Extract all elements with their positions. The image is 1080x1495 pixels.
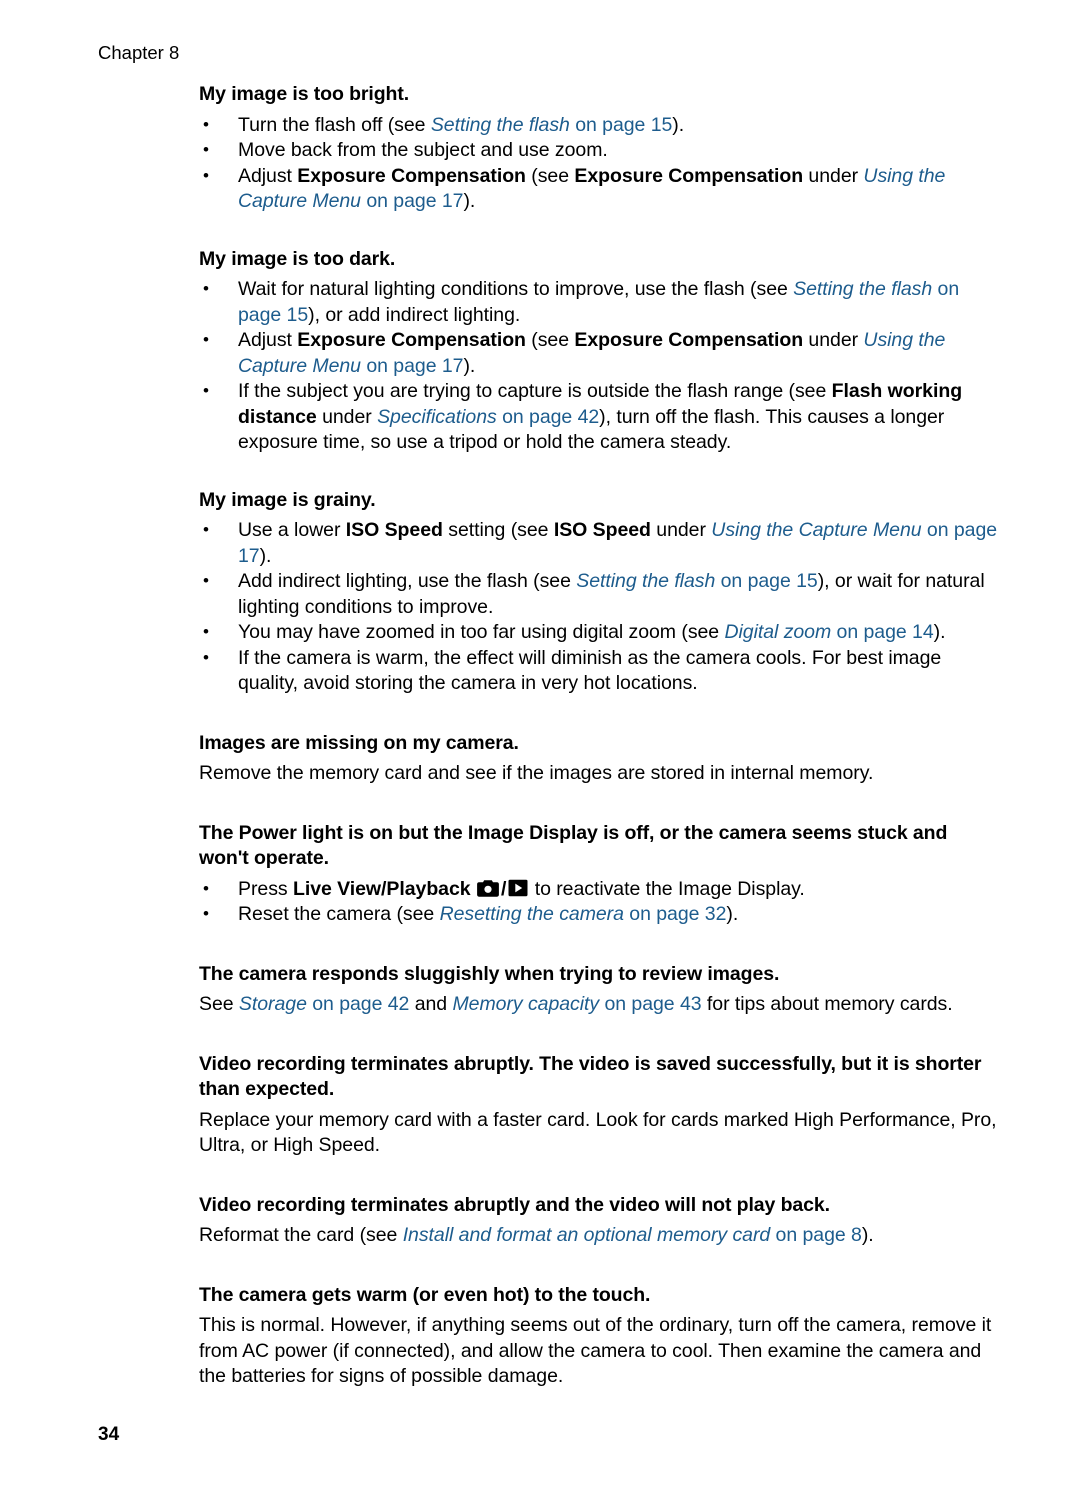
text: You may have zoomed in too far using dig… — [238, 621, 725, 643]
heading-grainy: My image is grainy. — [199, 488, 376, 511]
text: under — [803, 329, 864, 351]
text: under — [803, 164, 864, 187]
list-item: If the camera is warm, the effect will d… — [199, 645, 999, 697]
link-page-ref[interactable]: on page 32 — [624, 903, 726, 925]
list-item: Press Live View/Playback / to reactivate… — [199, 876, 999, 903]
list-item: Move back from the subject and use zoom. — [199, 137, 999, 164]
text: Adjust — [238, 164, 298, 187]
heading-video-short: Video recording terminates abruptly. The… — [199, 1052, 982, 1101]
text: and — [409, 993, 453, 1015]
page-content: My image is too bright. Turn the flash o… — [199, 82, 999, 1390]
link-setting-the-flash[interactable]: Setting the flash — [431, 114, 570, 136]
bold-term: Live View/Playback — [292, 877, 471, 900]
bullet-list-power-light: Press Live View/Playback / to reactivate… — [199, 876, 999, 928]
text: under — [650, 519, 712, 541]
link-specifications[interactable]: Specifications — [377, 406, 497, 428]
page-number: 34 — [98, 1424, 120, 1445]
text: Add indirect lighting, use the flash (se… — [238, 570, 577, 592]
link-page-ref[interactable]: on page 43 — [599, 993, 701, 1015]
link-digital-zoom[interactable]: Digital zoom — [724, 621, 831, 643]
list-item: Add indirect lighting, use the flash (se… — [199, 568, 999, 620]
link-using-the-capture-menu[interactable]: Using the Capture Menu — [711, 519, 921, 541]
text: ). — [463, 354, 476, 377]
text: ). — [259, 544, 272, 567]
bold-term: Exposure Compensation — [574, 164, 804, 187]
list-item: Adjust Exposure Compensation (see Exposu… — [199, 163, 999, 215]
bold-term: Exposure Compensation — [297, 329, 526, 351]
text: ). — [726, 903, 739, 925]
link-resetting-the-camera[interactable]: Resetting the camera — [440, 903, 624, 925]
bold-term: Exposure Compensation — [574, 329, 804, 351]
text: Adjust — [238, 329, 298, 351]
paragraph-images-missing: Remove the memory card and see if the im… — [199, 762, 874, 784]
text: under — [316, 405, 378, 428]
text: Turn the flash off (see — [238, 113, 431, 136]
list-item: Turn the flash off (see Setting the flas… — [199, 112, 999, 139]
text: If the camera is warm, the effect will d… — [238, 646, 942, 695]
link-setting-the-flash[interactable]: Setting the flash — [576, 570, 715, 592]
list-item: Wait for natural lighting conditions to … — [199, 276, 999, 328]
text: Reformat the card (see — [199, 1224, 403, 1246]
bullet-list-too-dark: Wait for natural lighting conditions to … — [199, 276, 999, 456]
heading-camera-warm: The camera gets warm (or even hot) to th… — [199, 1283, 651, 1306]
text: ). — [463, 190, 476, 212]
list-item: Use a lower ISO Speed setting (see ISO S… — [199, 517, 999, 569]
paragraph-video-no-play: Reformat the card (see Install and forma… — [199, 1223, 999, 1249]
text: Reset the camera (see — [238, 903, 440, 925]
camera-icon — [477, 879, 499, 897]
heading-sluggish: The camera responds sluggishly when tryi… — [199, 962, 780, 985]
text: (see — [525, 329, 575, 351]
playback-icon — [508, 879, 528, 897]
heading-power-light: The Power light is on but the Image Disp… — [199, 821, 948, 870]
text: Wait for natural lighting conditions to … — [238, 278, 794, 300]
text: See — [199, 993, 239, 1015]
text: setting (see — [442, 519, 554, 541]
link-memory-capacity[interactable]: Memory capacity — [452, 993, 599, 1015]
text: ). — [933, 621, 946, 643]
list-item: Adjust Exposure Compensation (see Exposu… — [199, 327, 999, 379]
link-install-and-format-memory-card[interactable]: Install and format an optional memory ca… — [403, 1224, 771, 1246]
link-page-ref[interactable]: on page 14 — [831, 621, 934, 643]
heading-too-bright: My image is too bright. — [199, 83, 410, 105]
link-page-ref[interactable]: on page 42 — [307, 993, 409, 1015]
heading-images-missing: Images are missing on my camera. — [199, 731, 519, 754]
bold-term: ISO Speed — [345, 519, 443, 541]
text: Move back from the subject and use zoom. — [238, 139, 608, 161]
list-item: If the subject you are trying to capture… — [199, 378, 999, 456]
text: If the subject you are trying to capture… — [238, 380, 832, 402]
text: Press — [238, 877, 293, 900]
link-page-ref[interactable]: on page 8 — [770, 1224, 862, 1246]
bold-term: Exposure Compensation — [297, 164, 526, 187]
paragraph-video-short: Replace your memory card with a faster c… — [199, 1108, 997, 1157]
bold-term: ISO Speed — [553, 519, 651, 541]
bullet-list-grainy: Use a lower ISO Speed setting (see ISO S… — [199, 517, 999, 697]
document-page: Chapter 8 My image is too bright. Turn t… — [0, 0, 1080, 1495]
text: (see — [525, 164, 575, 187]
link-page-ref[interactable]: on page 17 — [361, 355, 463, 377]
heading-video-no-play: Video recording terminates abruptly and … — [199, 1193, 830, 1216]
link-setting-the-flash[interactable]: Setting the flash — [793, 278, 932, 300]
list-item: Reset the camera (see Resetting the came… — [199, 901, 999, 928]
paragraph-camera-warm: This is normal. However, if anything see… — [199, 1314, 992, 1387]
link-page-ref[interactable]: on page 17 — [361, 190, 463, 212]
link-storage[interactable]: Storage — [239, 993, 307, 1015]
heading-too-dark: My image is too dark. — [199, 247, 396, 270]
link-page-ref[interactable]: on page 15 — [570, 114, 672, 136]
link-page-ref[interactable]: on page 15 — [715, 570, 818, 592]
list-item: You may have zoomed in too far using dig… — [199, 619, 999, 646]
text: to reactivate the Image Display. — [529, 877, 805, 900]
text: ). — [672, 113, 685, 136]
link-page-ref[interactable]: on page 42 — [497, 406, 599, 428]
text: Use a lower — [238, 519, 346, 541]
text: for tips about memory cards. — [701, 993, 953, 1015]
bullet-list-too-bright: Turn the flash off (see Setting the flas… — [199, 112, 999, 215]
text: ). — [861, 1224, 874, 1246]
slash-separator: / — [500, 877, 507, 900]
paragraph-sluggish: See Storage on page 42 and Memory capaci… — [199, 992, 999, 1018]
chapter-label: Chapter 8 — [98, 42, 180, 63]
text: ), or add indirect lighting. — [308, 303, 521, 326]
